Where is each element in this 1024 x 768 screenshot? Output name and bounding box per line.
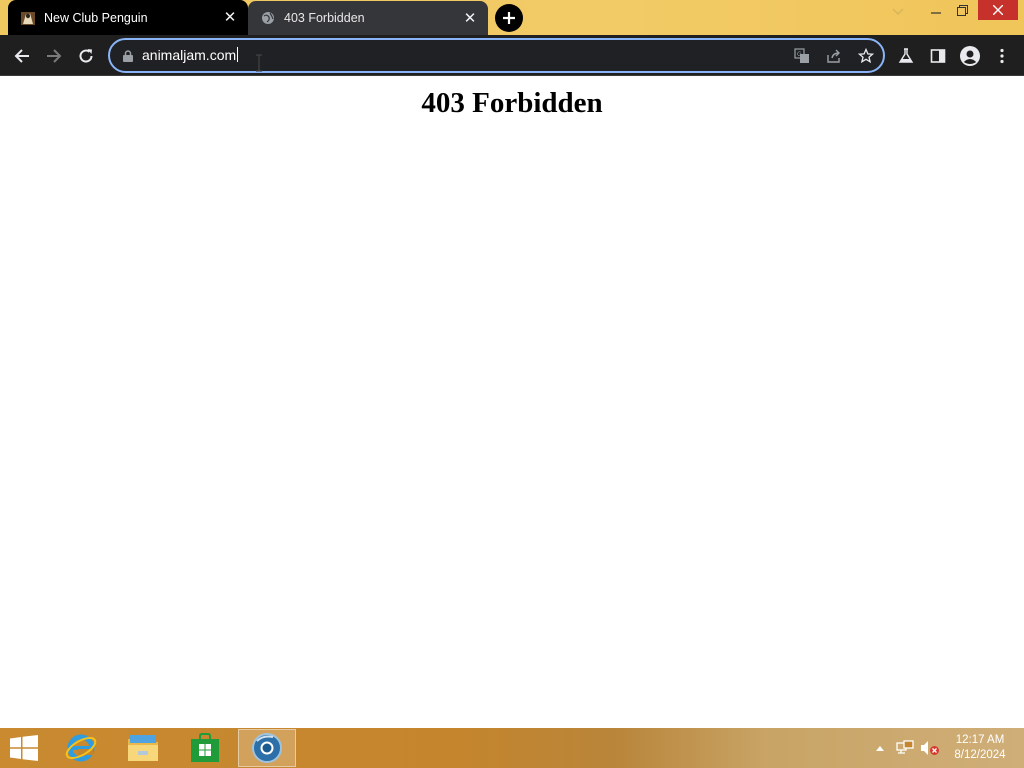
- menu-kebab-icon[interactable]: [988, 42, 1016, 70]
- tab-strip: New Club Penguin ✕ 403 Forbidden ✕: [0, 0, 1024, 35]
- show-hidden-icons-button[interactable]: [872, 728, 888, 768]
- system-clock[interactable]: 12:17 AM 8/12/2024: [944, 733, 1016, 763]
- taskbar-chrome[interactable]: [238, 729, 296, 767]
- file-explorer-icon: [128, 735, 158, 761]
- clock-date: 8/12/2024: [954, 749, 1006, 761]
- start-button[interactable]: [0, 728, 48, 768]
- globe-icon: [260, 10, 276, 26]
- club-penguin-favicon: [20, 10, 36, 26]
- profile-avatar-icon[interactable]: [956, 42, 984, 70]
- page-content: 403 Forbidden: [0, 77, 1024, 728]
- close-window-button[interactable]: [978, 0, 1018, 20]
- tab-title: New Club Penguin: [44, 10, 148, 25]
- address-bar-input[interactable]: animaljam.com: [142, 47, 239, 63]
- browser-toolbar: animaljam.com G: [0, 35, 1024, 76]
- svg-text:G: G: [797, 51, 802, 58]
- tab-title: 403 Forbidden: [284, 11, 365, 25]
- page-heading: 403 Forbidden: [421, 87, 603, 119]
- clock-time: 12:17 AM: [955, 734, 1005, 746]
- taskbar-internet-explorer[interactable]: [52, 729, 110, 767]
- taskbar-store[interactable]: [176, 729, 234, 767]
- side-panel-icon[interactable]: [924, 42, 952, 70]
- lock-icon[interactable]: [121, 49, 135, 63]
- close-tab-icon[interactable]: ✕: [222, 10, 238, 26]
- address-bar[interactable]: animaljam.com G: [108, 38, 885, 73]
- tab-search-chevron-icon[interactable]: [886, 4, 910, 20]
- network-icon[interactable]: [894, 728, 916, 768]
- url-text: animaljam.com: [142, 47, 237, 63]
- windows-logo-icon: [10, 735, 38, 761]
- new-tab-button[interactable]: [495, 4, 523, 32]
- store-icon: [191, 733, 219, 762]
- text-caret: [237, 47, 239, 62]
- close-tab-icon[interactable]: ✕: [462, 10, 478, 26]
- minimize-button[interactable]: [922, 0, 950, 20]
- translate-icon[interactable]: G: [791, 46, 813, 66]
- taskbar: 12:17 AM 8/12/2024: [0, 728, 1024, 768]
- taskbar-file-explorer[interactable]: [114, 729, 172, 767]
- tab-403-forbidden[interactable]: 403 Forbidden ✕: [248, 1, 488, 35]
- bookmark-star-icon[interactable]: [855, 46, 877, 66]
- internet-explorer-icon: [65, 734, 97, 762]
- chrome-icon: [252, 733, 282, 763]
- tab-new-club-penguin[interactable]: New Club Penguin ✕: [8, 0, 248, 35]
- back-button[interactable]: [8, 42, 36, 70]
- forward-button[interactable]: [40, 42, 68, 70]
- restore-button[interactable]: [948, 0, 976, 20]
- volume-muted-icon[interactable]: [918, 728, 942, 768]
- reload-button[interactable]: [72, 42, 100, 70]
- ibeam-cursor-icon: [256, 54, 262, 72]
- share-icon[interactable]: [823, 46, 845, 66]
- labs-flask-icon[interactable]: [892, 42, 920, 70]
